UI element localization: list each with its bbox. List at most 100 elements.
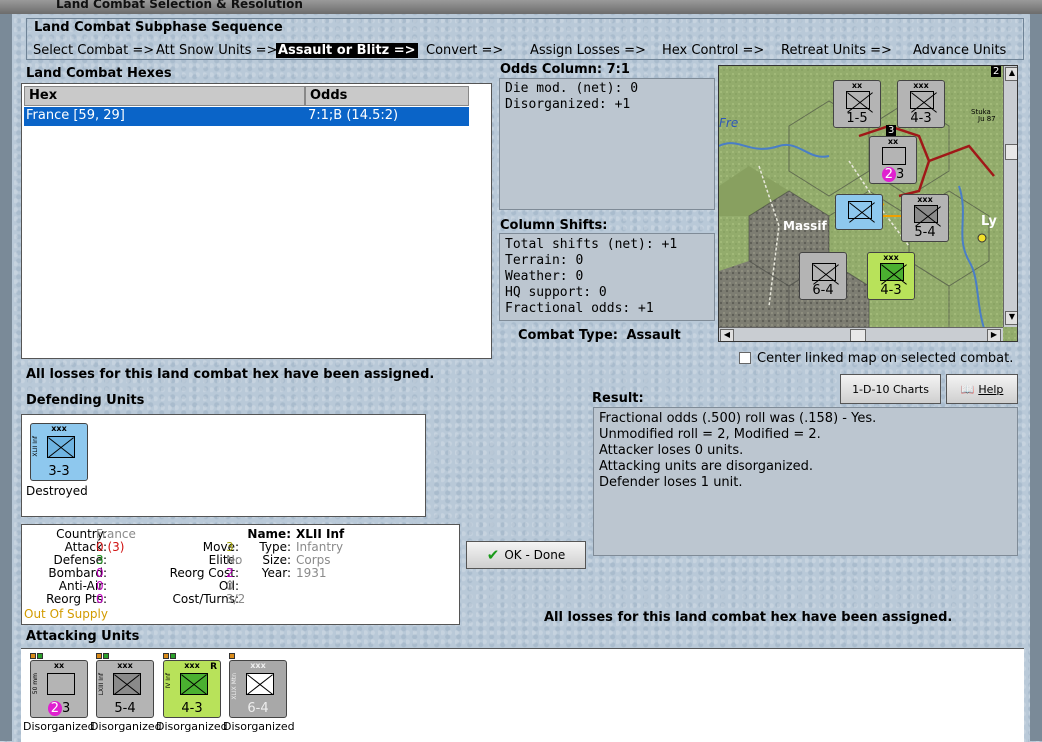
result-line: Fractional odds (.500) roll was (.158) -…	[599, 411, 877, 426]
shifts-panel: Total shifts (net): +1 Terrain: 0 Weathe…	[499, 233, 715, 321]
map-label-fre: Fre	[719, 116, 739, 130]
odds-line-die-mod: Die mod. (net): 0	[505, 81, 639, 96]
center-map-checkbox[interactable]	[739, 352, 751, 364]
window-title-bar: Land Combat Selection & Resolution	[0, 0, 1042, 14]
unit-size: xx	[887, 137, 899, 146]
unit-size: xxx	[913, 81, 929, 90]
unit-name: IV Inf	[165, 673, 172, 689]
map-unit-45th-mtn[interactable]: xx 1-5	[833, 80, 881, 128]
unit-size: xxx	[117, 661, 133, 670]
result-title: Result:	[592, 391, 644, 406]
scroll-up-icon[interactable]: ▲	[1005, 67, 1017, 81]
combat-type-label: Combat Type:	[518, 328, 618, 343]
map-label-ju87: Ju 87	[978, 115, 996, 123]
shift-weather: Weather: 0	[505, 269, 584, 284]
unit-values: 23	[870, 167, 916, 182]
unit-size: xx	[851, 81, 863, 90]
size-value: Corps	[296, 553, 331, 567]
map-horizontal-scrollbar[interactable]: ◀ ▶	[719, 327, 1003, 341]
oil-value: 0	[226, 579, 234, 593]
ok-done-label: OK - Done	[504, 548, 566, 562]
bombard-value: 0	[96, 566, 104, 580]
attacking-unit-xlix-mtn[interactable]: xxx XLIX Mtn 6-4	[229, 660, 287, 718]
attacking-unit-50mm[interactable]: xx 50 mm 23	[30, 660, 88, 718]
unit-status: Disorganized	[156, 720, 228, 733]
help-book-icon: 📖	[960, 382, 975, 396]
map-unit-xlii-inf[interactable]	[835, 194, 883, 230]
unit-values: 6-4	[247, 701, 269, 716]
odds-cell: 7:1;B (14.5:2)	[308, 108, 399, 123]
unit-values: 5-4	[114, 701, 136, 716]
status-dot	[30, 653, 36, 659]
unit-values: 3-3	[48, 464, 70, 479]
type-value: Infantry	[296, 540, 344, 554]
sequence-title: Land Combat Subphase Sequence	[34, 20, 283, 35]
unit-values: 4-3	[181, 701, 203, 716]
attack-value: 0 (3)	[96, 540, 124, 554]
unit-values: 1-5	[846, 111, 868, 126]
armor-symbol-icon	[914, 205, 938, 223]
mountain-symbol-icon	[246, 673, 274, 695]
unit-name: XLIX Mtn	[231, 673, 238, 700]
mountain-symbol-icon	[812, 263, 836, 281]
unit-name: XLII Inf	[32, 436, 39, 457]
table-row[interactable]: France [59, 29] 7:1;B (14.5:2)	[24, 107, 469, 126]
scroll-down-icon[interactable]: ▼	[1005, 311, 1017, 325]
col-header-odds[interactable]: Odds	[305, 86, 469, 106]
status-dot	[229, 653, 235, 659]
map-stack-count: 3	[886, 125, 897, 136]
map-unit-xlix-mtn[interactable]: 6-4	[799, 252, 847, 300]
unit-vals: 3	[896, 167, 905, 182]
map-unit-50mm[interactable]: xx 23	[869, 136, 917, 184]
bottom-losses-message: All losses for this land combat hex have…	[544, 610, 953, 625]
hex-cell: France [59, 29]	[26, 108, 125, 123]
unit-values: 4-3	[910, 111, 932, 126]
scroll-thumb[interactable]	[850, 329, 866, 341]
map-label-massif: Massif	[783, 219, 827, 233]
defending-unit-xlii-inf[interactable]: xxx XLII Inf 3-3	[30, 423, 88, 481]
seq-convert: Convert =>	[426, 43, 504, 58]
year-label: Year:	[261, 566, 291, 580]
stack-badge: 2	[47, 701, 62, 716]
odds-title: Odds Column: 7:1	[500, 62, 630, 77]
status-dot	[170, 653, 176, 659]
map-unit-ii-bav[interactable]: xxx 4-3	[897, 80, 945, 128]
help-button[interactable]: 📖 Help	[946, 374, 1018, 404]
unit-values: 6-4	[812, 283, 834, 298]
col-header-hex[interactable]: Hex	[24, 86, 305, 106]
map-vertical-scrollbar[interactable]: ▲ ▼	[1003, 66, 1017, 327]
infantry-symbol-icon	[846, 91, 870, 109]
result-line: Unmodified roll = 2, Modified = 2.	[599, 427, 821, 442]
charts-button[interactable]: 1-D-10 Charts	[840, 374, 941, 404]
type-label: Type:	[259, 540, 291, 554]
hexes-title: Land Combat Hexes	[26, 66, 172, 81]
center-map-label: Center linked map on selected combat.	[757, 351, 1014, 366]
elite-value: No	[226, 553, 243, 567]
seq-assign-losses: Assign Losses =>	[530, 43, 646, 58]
name-value: XLII Inf	[296, 527, 345, 541]
reorgcost-value: 2	[226, 566, 234, 580]
reorgpts-value: 0	[96, 592, 104, 606]
name-label: Name:	[247, 527, 291, 541]
attacking-title: Attacking Units	[26, 629, 140, 644]
country-value: France	[96, 527, 136, 541]
attacking-unit-iv-inf[interactable]: xxx IV Inf R 4-3	[163, 660, 221, 718]
map-unit-lxiii-inf[interactable]: xxx 5-4	[901, 194, 949, 242]
odds-panel: Die mod. (net): 0 Disorganized: +1	[499, 78, 715, 210]
infantry-symbol-icon	[910, 91, 934, 109]
status-dot	[103, 653, 109, 659]
unit-size: xxx	[51, 424, 67, 433]
unit-size: xxx	[883, 253, 899, 262]
unit-size: xx	[53, 661, 65, 670]
attacking-unit-lxiii-inf[interactable]: xxx LXIII Inf 5-4	[96, 660, 154, 718]
scroll-thumb[interactable]	[1005, 144, 1017, 160]
combat-type: Combat Type: Assault	[518, 328, 681, 343]
attack-paren: (3)	[107, 540, 125, 554]
shift-hq-support: HQ support: 0	[505, 285, 607, 300]
scroll-right-icon[interactable]: ▶	[987, 329, 1001, 341]
map-unit-iv-inf[interactable]: xxx 4-3	[867, 252, 915, 300]
armor-symbol-icon	[113, 673, 141, 695]
linked-map[interactable]: Massif Ly Fre Stuka Ju 87 xx 1-5 xxx 4-3…	[718, 65, 1018, 342]
scroll-left-icon[interactable]: ◀	[720, 329, 734, 341]
ok-done-button[interactable]: ✔ OK - Done	[466, 541, 586, 569]
